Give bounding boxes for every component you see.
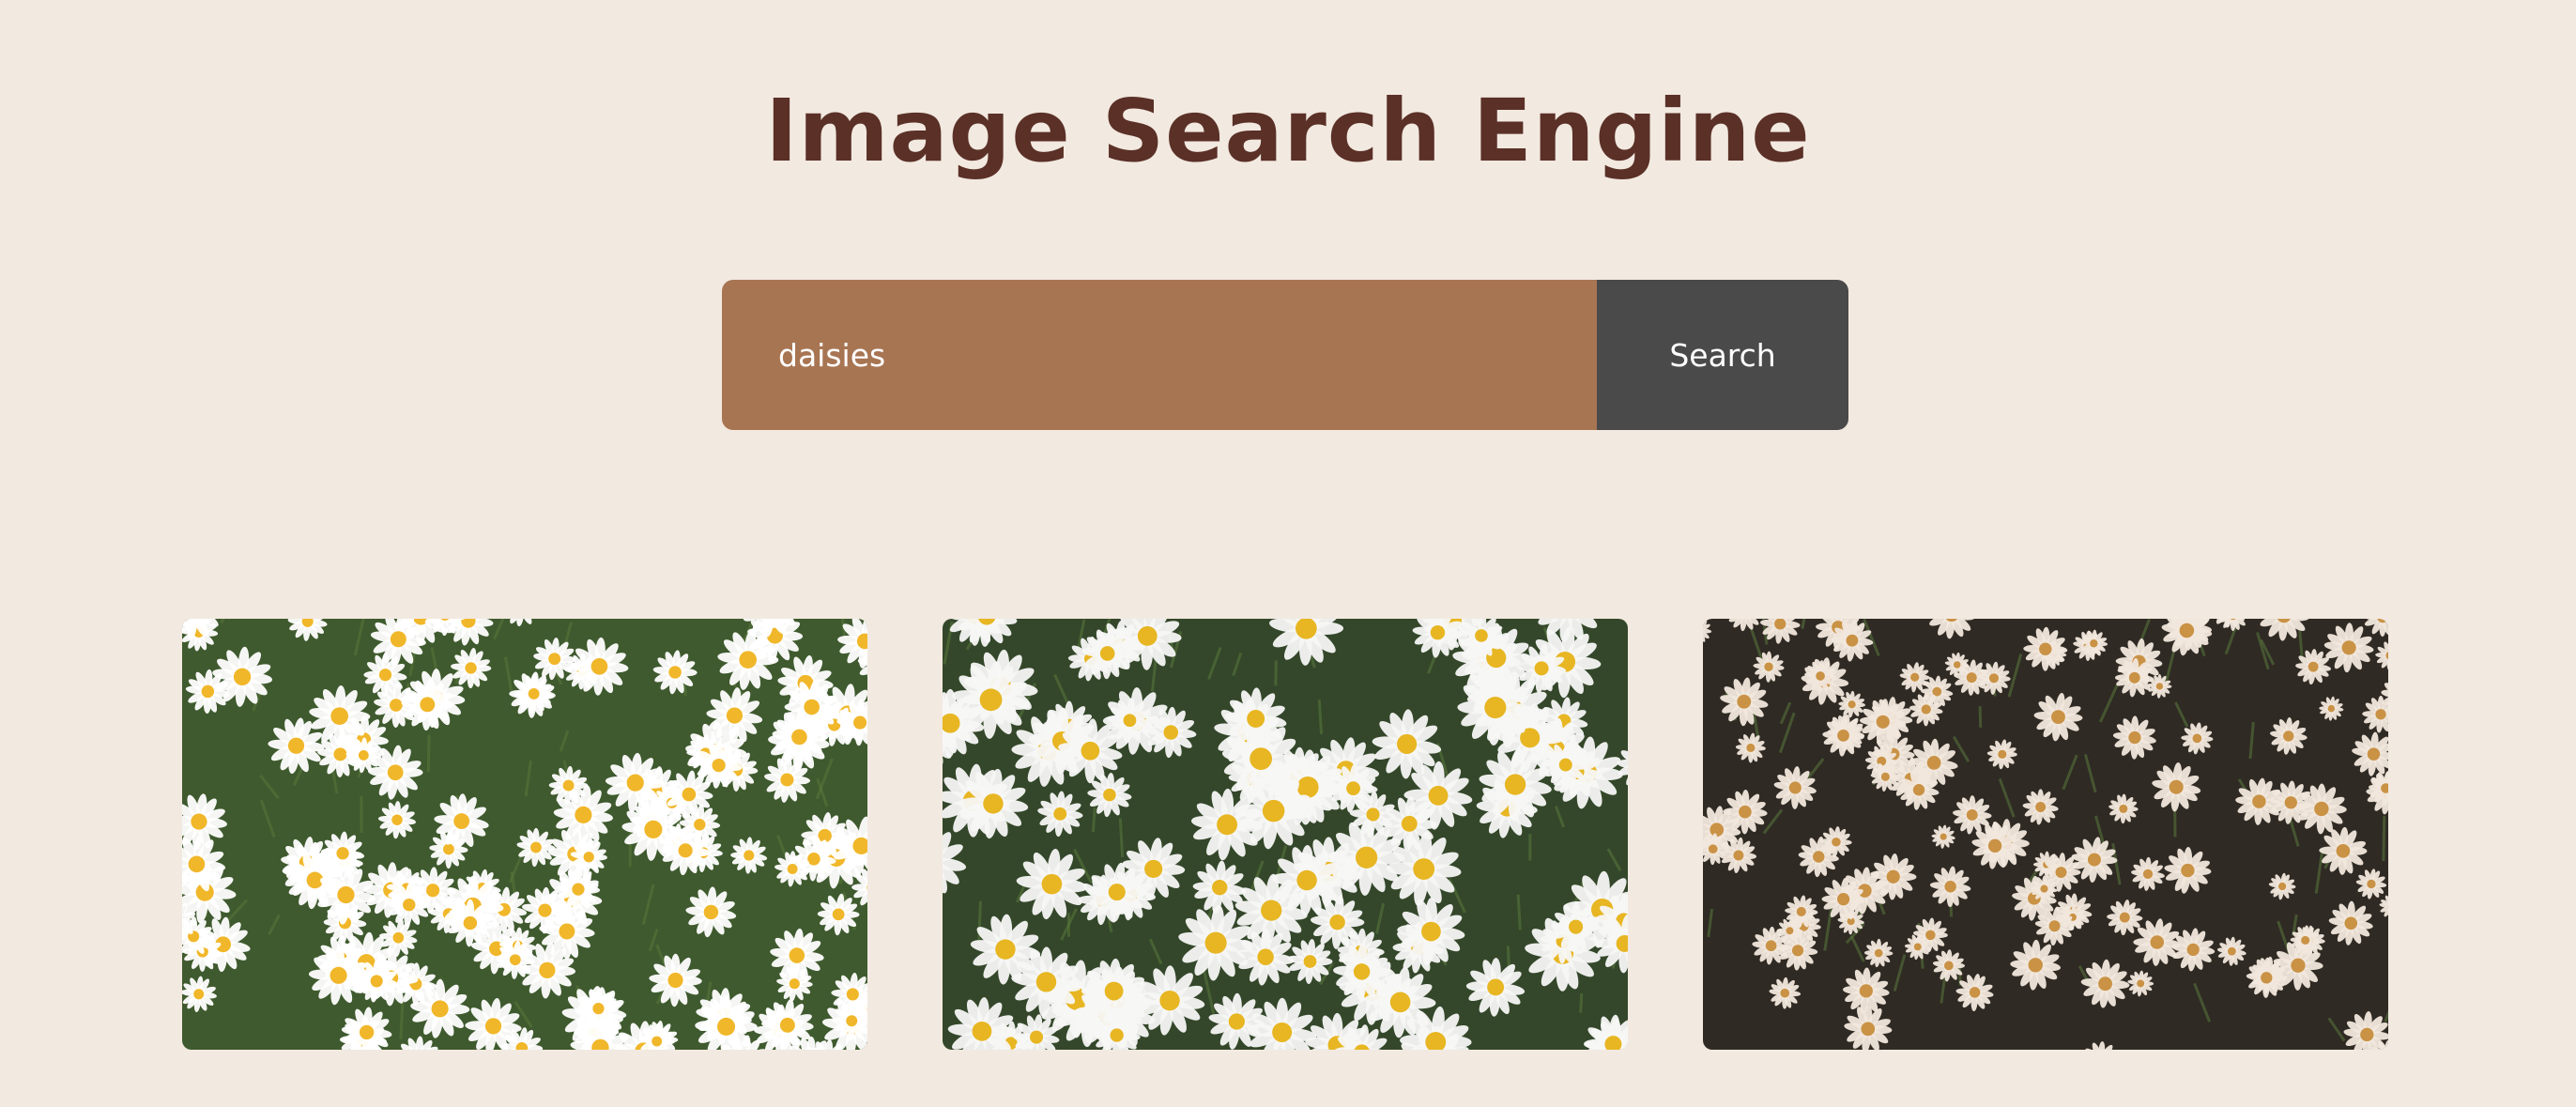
page-title: Image Search Engine xyxy=(765,81,1811,181)
result-image-2[interactable] xyxy=(943,619,1628,1050)
result-image-3[interactable] xyxy=(1703,619,2388,1050)
result-image-1[interactable] xyxy=(182,619,867,1050)
daisy-photo xyxy=(1703,619,2388,1050)
results-grid xyxy=(182,619,2388,1050)
daisy-photo xyxy=(182,619,867,1050)
search-input[interactable] xyxy=(722,280,1597,430)
daisy-photo xyxy=(943,619,1628,1050)
search-button[interactable]: Search xyxy=(1597,280,1848,430)
search-form: Search xyxy=(722,280,1848,430)
